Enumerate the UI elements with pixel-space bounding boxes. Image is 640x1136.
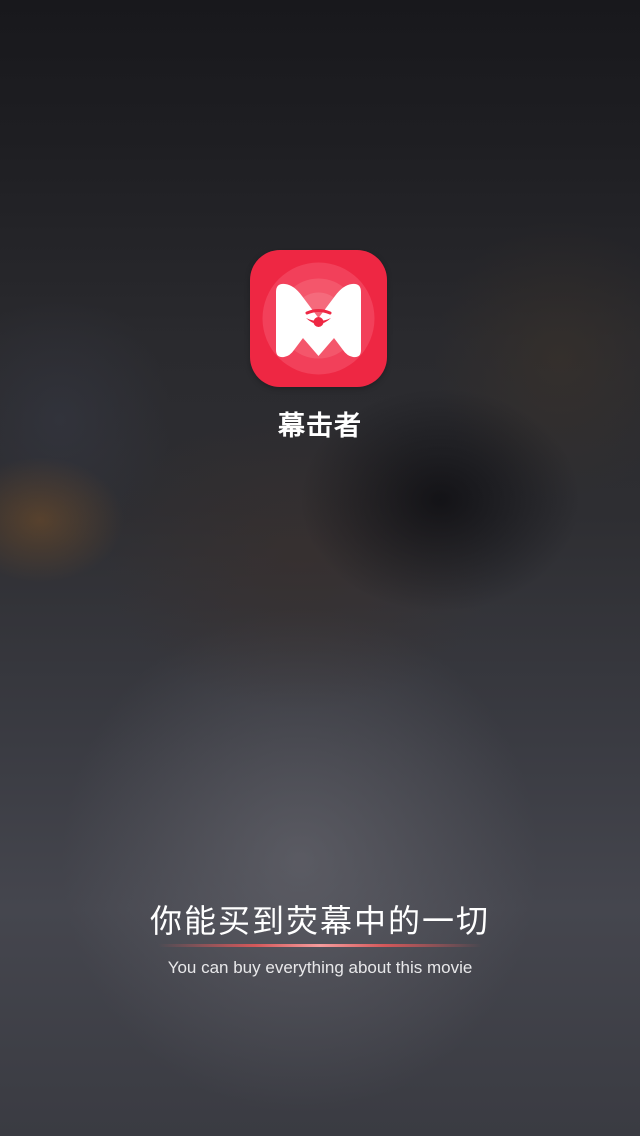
glow-divider: [158, 944, 482, 947]
m-eye-logo-icon: [250, 250, 387, 387]
app-name: 幕击者: [278, 411, 362, 442]
tagline-text: You can buy everything about this movie: [167, 958, 473, 977]
slogan-text: 你能买到荧幕中的一切: [149, 902, 490, 940]
splash-screen: 幕击者 你能买到荧幕中的一切 You can buy everything ab…: [0, 0, 640, 1136]
